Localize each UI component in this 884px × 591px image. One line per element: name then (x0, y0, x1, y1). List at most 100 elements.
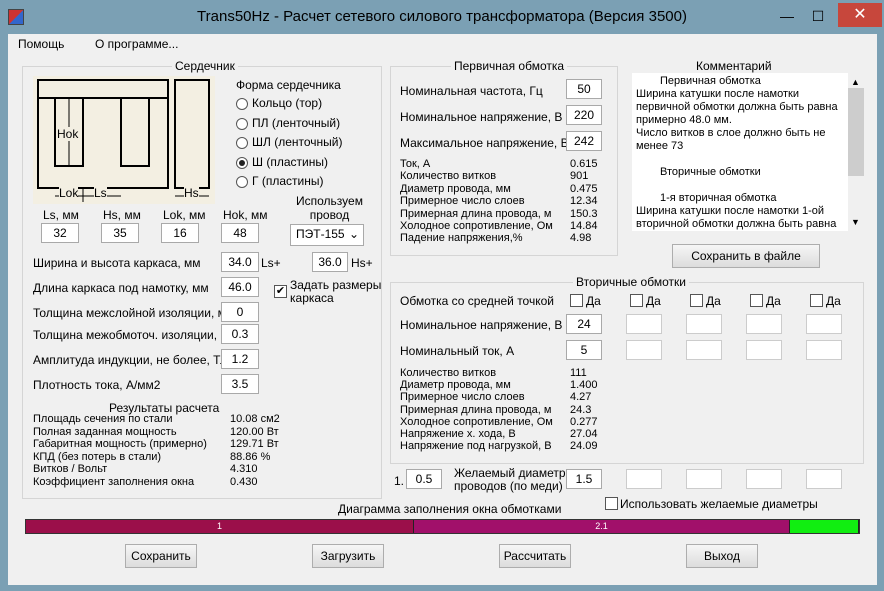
result-label-2: Габаритная мощность (примерно) (33, 438, 207, 451)
primary-row-label-0: Ток, А (400, 158, 431, 170)
primary-row-value-0: 0.615 (570, 158, 598, 170)
shape-radio-0[interactable] (236, 98, 248, 110)
shape-radio-3[interactable] (236, 156, 248, 169)
sec-voltage-input-3[interactable] (746, 314, 782, 334)
primary-row-label-4: Примерная длина провода, м (400, 207, 552, 220)
desired-diameter-input-2[interactable] (686, 469, 722, 489)
calculate-button[interactable]: Рассчитать (499, 544, 571, 568)
param-input-2[interactable]: 0 (221, 302, 259, 322)
primary-row-label-6: Падение напряжения,% (400, 232, 523, 245)
desired-diameter-input-3[interactable] (746, 469, 782, 489)
dim-input-0[interactable]: 32 (41, 223, 79, 243)
set-frame-sizes-label: Задать размеры каркаса (290, 278, 382, 305)
shape-label-1: ПЛ (ленточный) (252, 115, 341, 130)
comment-line-0: Первичная обмотка (660, 75, 761, 87)
param-label-2: Толщина межслойной изоляции, мм (33, 306, 235, 320)
use-desired-diameters-checkbox[interactable] (605, 497, 618, 510)
wire-select-value: ПЭТ-155 (296, 227, 345, 241)
sec-current-input-0[interactable]: 5 (566, 340, 602, 360)
use-desired-diameters-label: Использовать желаемые диаметры (620, 497, 818, 511)
sec-current-input-4[interactable] (806, 340, 842, 360)
dim-input-3[interactable]: 48 (221, 223, 259, 243)
sec-row-label-3: Примерная длина провода, м (400, 403, 552, 416)
comment-line-10: Ширина катушки после намотки 1-ой (636, 205, 825, 217)
dim-label-3: Hok, мм (223, 208, 268, 222)
close-button[interactable]: ✕ (838, 3, 882, 27)
comment-line-4: Число витков в слое должно быть не (636, 127, 826, 139)
sec-row-value-3: 24.3 (570, 403, 592, 416)
center-tap-checkbox-0[interactable] (570, 294, 583, 307)
center-tap-checkbox-4[interactable] (810, 294, 823, 307)
sec-voltage-label: Номинальное напряжение, В (400, 318, 563, 332)
hs-plus-label: Hs+ (351, 256, 373, 270)
sec-voltage-input-2[interactable] (686, 314, 722, 334)
sec-row-label-6: Напряжение под нагрузкой, В (400, 440, 552, 453)
sec-row-label-1: Диаметр провода, мм (400, 379, 511, 392)
primary-input-2[interactable]: 242 (566, 131, 602, 151)
wire-label: Используем провод (296, 194, 363, 222)
sec-row-value-4: 0.277 (570, 415, 598, 428)
menu-about[interactable]: О программе... (95, 37, 178, 51)
desired-diameter-input-1[interactable] (626, 469, 662, 489)
dim-input-2[interactable]: 16 (161, 223, 199, 243)
comment-line-2: первичной обмотки должна быть равна (636, 101, 838, 113)
sec-voltage-input-0[interactable]: 24 (566, 314, 602, 334)
maximize-button[interactable]: ☐ (804, 6, 832, 26)
primary-input-label-2: Максимальное напряжение, В (400, 136, 569, 150)
sec-row-value-0: 111 (570, 367, 587, 379)
exit-button[interactable]: Выход (686, 544, 758, 568)
primary-row-value-5: 14.84 (570, 220, 598, 232)
center-tap-yes-0: Да (586, 294, 601, 308)
shape-radio-2[interactable] (236, 137, 248, 149)
core-shape-title: Форма сердечника (236, 78, 341, 92)
desired-diameter-input-4[interactable] (806, 469, 842, 489)
sec-row-value-5: 27.04 (570, 428, 598, 440)
result-value-3: 88.86 % (230, 450, 271, 463)
param-label-0: Ширина и высота каркаса, мм (33, 256, 201, 270)
shape-radio-4[interactable] (236, 176, 248, 188)
save-to-file-button[interactable]: Сохранить в файле (672, 244, 820, 268)
primary-input-1[interactable]: 220 (566, 105, 602, 125)
dim-input-1[interactable]: 35 (101, 223, 139, 243)
comment-scroll-thumb[interactable] (848, 88, 864, 176)
hok-label: Hok (57, 127, 79, 141)
save-button[interactable]: Сохранить (125, 544, 197, 568)
sec-row-value-2: 4.27 (570, 391, 592, 404)
load-button[interactable]: Загрузить (312, 544, 384, 568)
center-tap-checkbox-1[interactable] (630, 294, 643, 307)
param-input-3[interactable]: 0.3 (221, 324, 259, 344)
param-input-5[interactable]: 3.5 (221, 374, 259, 394)
desired-diameter-first[interactable]: 0.5 (406, 469, 442, 489)
minimize-button[interactable]: — (773, 6, 801, 26)
primary-input-0[interactable]: 50 (566, 79, 602, 99)
scroll-down-icon[interactable]: ▼ (851, 216, 860, 229)
hs-label: Hs (184, 186, 199, 200)
sec-voltage-input-1[interactable] (626, 314, 662, 334)
sec-row-label-2: Примерное число слоев (400, 391, 525, 404)
comment-line-1: Ширина катушки после намотки (636, 88, 799, 100)
fill-segment-0: 1 (26, 520, 414, 533)
shape-label-4: Г (пластины) (252, 174, 324, 188)
sec-row-value-1: 1.400 (570, 379, 598, 392)
sec-voltage-input-4[interactable] (806, 314, 842, 334)
fill-chart-title: Диаграмма заполнения окна обмотками (338, 502, 562, 516)
sec-current-input-1[interactable] (626, 340, 662, 360)
center-tap-checkbox-3[interactable] (750, 294, 763, 307)
comment-line-3: примерно 48.0 мм. (636, 114, 732, 126)
hs-plus-input[interactable]: 36.0 (312, 252, 348, 272)
sec-row-label-5: Напряжение х. хода, В (400, 428, 516, 440)
param-input-1[interactable]: 46.0 (221, 277, 259, 297)
param-input-0[interactable]: 34.0 (221, 252, 259, 272)
desired-diameter-input-0[interactable]: 1.5 (566, 469, 602, 489)
shape-radio-1[interactable] (236, 117, 248, 130)
scroll-up-icon[interactable]: ▲ (851, 76, 860, 89)
param-label-1: Длина каркаса под намотку, мм (33, 281, 209, 295)
set-frame-sizes-checkbox[interactable]: ✔ (274, 285, 287, 298)
wire-select[interactable]: ПЭТ-155 ⌄ (290, 224, 364, 246)
result-label-0: Площадь сечения по стали (33, 413, 173, 425)
center-tap-checkbox-2[interactable] (690, 294, 703, 307)
menu-help[interactable]: Помощь (18, 37, 64, 51)
param-input-4[interactable]: 1.2 (221, 349, 259, 369)
sec-current-input-3[interactable] (746, 340, 782, 360)
sec-current-input-2[interactable] (686, 340, 722, 360)
